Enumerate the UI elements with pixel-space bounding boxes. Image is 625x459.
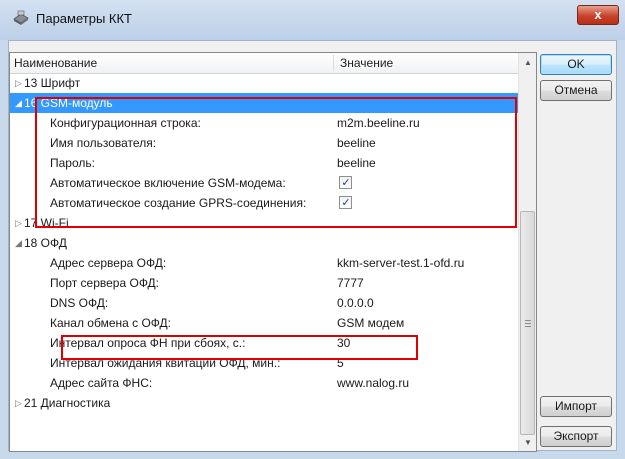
- thumb-grip: [525, 326, 531, 327]
- close-icon: x: [594, 7, 602, 22]
- vertical-scrollbar[interactable]: ▲ ▼: [518, 53, 536, 451]
- property-value[interactable]: 0.0.0.0: [337, 293, 374, 313]
- category-row[interactable]: ▷ 21 Диагностика: [10, 393, 518, 413]
- property-row[interactable]: Канал обмена с ОФД: GSM модем: [10, 313, 518, 333]
- property-name: Порт сервера ОФД:: [50, 276, 160, 290]
- export-button[interactable]: Экспорт: [540, 426, 612, 447]
- scroll-thumb[interactable]: [520, 211, 535, 435]
- category-label: 18 ОФД: [24, 236, 67, 250]
- property-row[interactable]: DNS ОФД: 0.0.0.0: [10, 293, 518, 313]
- dialog-client-area: Наименование Значение ▷ 13 Шрифт ◢ 16 GSM-м…: [8, 40, 617, 452]
- thumb-grip: [525, 323, 531, 324]
- column-header-name[interactable]: Наименование: [14, 53, 97, 73]
- property-name: Канал обмена с ОФД:: [50, 316, 171, 330]
- category-row[interactable]: ◢ 18 ОФД: [10, 233, 518, 253]
- property-grid[interactable]: Наименование Значение ▷ 13 Шрифт ◢ 16 GSM-м…: [9, 52, 537, 452]
- cash-register-icon: [13, 10, 29, 25]
- scroll-down-arrow-icon[interactable]: ▼: [519, 434, 536, 451]
- category-label: 13 Шрифт: [24, 76, 81, 90]
- highlight-ofd-channel: [61, 335, 418, 360]
- cancel-button[interactable]: Отмена: [540, 80, 612, 101]
- ok-button[interactable]: OK: [540, 54, 612, 75]
- category-row[interactable]: ▷ 13 Шрифт: [10, 73, 518, 93]
- column-divider[interactable]: [333, 55, 334, 71]
- property-value[interactable]: GSM модем: [337, 313, 404, 333]
- grid-header: Наименование Значение: [10, 53, 518, 74]
- property-value[interactable]: 7777: [337, 273, 364, 293]
- column-header-value[interactable]: Значение: [340, 53, 393, 73]
- property-name: Адрес сервера ОФД:: [50, 256, 167, 270]
- title-bar: Параметры ККТ x: [0, 0, 625, 40]
- scroll-up-arrow-icon[interactable]: ▲: [519, 54, 536, 71]
- property-row[interactable]: Адрес сайта ФНС: www.nalog.ru: [10, 373, 518, 393]
- highlight-gsm-module: [35, 97, 517, 228]
- category-label: 21 Диагностика: [24, 396, 111, 410]
- property-name: Адрес сайта ФНС:: [50, 376, 153, 390]
- property-value[interactable]: kkm-server-test.1-ofd.ru: [337, 253, 464, 273]
- import-button[interactable]: Импорт: [540, 396, 612, 417]
- property-value[interactable]: www.nalog.ru: [337, 373, 409, 393]
- property-row[interactable]: Адрес сервера ОФД: kkm-server-test.1-ofd.…: [10, 253, 518, 273]
- thumb-grip: [525, 320, 531, 321]
- window-title: Параметры ККТ: [36, 11, 132, 26]
- property-row[interactable]: Порт сервера ОФД: 7777: [10, 273, 518, 293]
- close-button[interactable]: x: [577, 5, 619, 25]
- dialog-window: Параметры ККТ x Наименование Значение ▷ 1…: [0, 0, 625, 459]
- property-name: DNS ОФД:: [50, 296, 109, 310]
